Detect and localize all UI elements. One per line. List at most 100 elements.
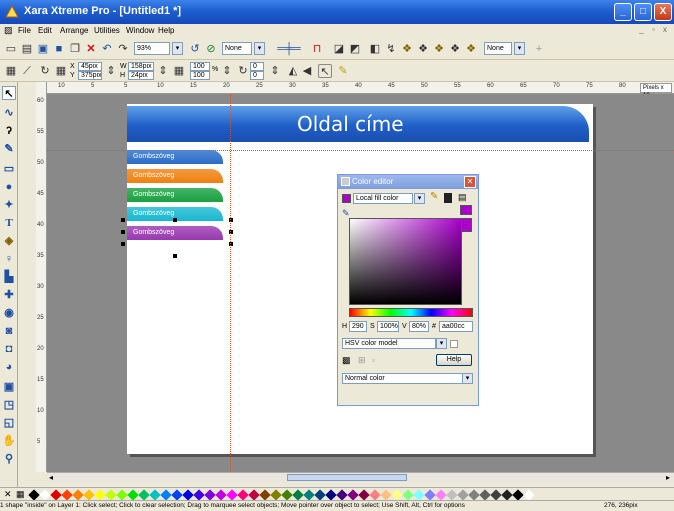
edit-bitmap-icon[interactable]: ◪ xyxy=(332,42,346,56)
shape-editor-tool-icon[interactable]: ʔ xyxy=(2,124,16,138)
pen-tool-icon[interactable]: ✎ xyxy=(2,142,16,156)
transparency-field[interactable]: None xyxy=(484,42,512,55)
palette-swatch[interactable] xyxy=(468,489,480,501)
color-model-select[interactable]: HSV color model xyxy=(342,338,436,349)
effect-icon[interactable]: ◧ xyxy=(368,42,382,56)
size-spin-icon[interactable]: ⇕ xyxy=(156,64,170,78)
palette-swatch[interactable] xyxy=(94,489,106,501)
dialog-close-button[interactable]: ✕ xyxy=(464,176,476,188)
new-icon[interactable]: ▭ xyxy=(4,42,18,56)
minimize-button[interactable]: _ xyxy=(614,3,632,21)
menu-file[interactable]: File xyxy=(18,26,31,35)
guideline-horizontal[interactable] xyxy=(47,150,674,151)
palette-swatch[interactable] xyxy=(512,489,524,501)
hue-field[interactable]: 290 xyxy=(349,321,367,332)
link-icon[interactable]: ▫ xyxy=(372,355,375,365)
palette-swatch[interactable] xyxy=(226,489,238,501)
palette-swatch[interactable] xyxy=(182,489,194,501)
shadow-tool-icon[interactable]: ▙ xyxy=(2,270,16,284)
zoom-dropdown-icon[interactable]: ▾ xyxy=(172,42,183,55)
menu-help[interactable]: Help xyxy=(158,26,174,35)
palette-swatch[interactable] xyxy=(127,489,139,501)
transparency-dropdown-icon[interactable]: ▾ xyxy=(514,42,525,55)
delete-icon[interactable]: ✕ xyxy=(84,42,98,56)
import-icon[interactable]: ▣ xyxy=(36,42,50,56)
contour-tool-icon[interactable]: ◉ xyxy=(2,306,16,320)
grid-icon[interactable]: ▦ xyxy=(54,64,68,78)
gradient-fill-icon[interactable]: ⊓ xyxy=(310,42,324,56)
hex-field[interactable]: aa00cc xyxy=(439,321,473,332)
push-tool-icon[interactable]: ✋ xyxy=(2,434,16,448)
maximize-button[interactable]: □ xyxy=(634,3,652,21)
lock-aspect-icon[interactable]: ⇕ xyxy=(220,64,234,78)
ellipse-tool-icon[interactable]: ● xyxy=(2,180,16,194)
zoom-tool-icon[interactable]: ⊘ xyxy=(204,42,218,56)
palette-menu-icon[interactable]: ▦ xyxy=(16,489,25,500)
palette-swatch[interactable] xyxy=(292,489,304,501)
page-header-banner[interactable]: Oldal címe xyxy=(127,106,589,142)
help-button[interactable]: Help xyxy=(436,354,472,366)
palette-swatch[interactable] xyxy=(215,489,227,501)
undo-icon[interactable]: ↶ xyxy=(100,42,114,56)
palette-swatch[interactable] xyxy=(369,489,381,501)
palette-swatch[interactable] xyxy=(402,489,414,501)
palette-swatch[interactable] xyxy=(314,489,326,501)
rotate-field[interactable]: 0 xyxy=(250,62,264,71)
palette-swatch[interactable] xyxy=(116,489,128,501)
palette-swatch[interactable] xyxy=(347,489,359,501)
rectangle-tool-icon[interactable]: ▭ xyxy=(2,162,16,176)
palette-swatch[interactable] xyxy=(61,489,73,501)
palette-swatch[interactable] xyxy=(413,489,425,501)
palette-swatch[interactable] xyxy=(391,489,403,501)
palette-swatch[interactable] xyxy=(457,489,469,501)
x-field[interactable]: 45pix xyxy=(78,62,102,71)
palette-swatch[interactable] xyxy=(336,489,348,501)
feather-dropdown-icon[interactable]: ▾ xyxy=(254,42,265,55)
nav-button[interactable]: Gombszöveg xyxy=(127,169,223,183)
palette-swatch[interactable] xyxy=(149,489,161,501)
fill-mode-select[interactable]: Local fill color xyxy=(353,193,413,204)
palette-swatch[interactable] xyxy=(105,489,117,501)
photo-tool-icon[interactable]: ◳ xyxy=(2,398,16,412)
selection-handle[interactable] xyxy=(121,242,125,246)
save-icon[interactable]: ■ xyxy=(52,42,66,56)
live-effect-tool-icon[interactable]: ▣ xyxy=(2,380,16,394)
palette-swatch[interactable] xyxy=(501,489,513,501)
make-style-icon[interactable]: ⊞ xyxy=(358,355,366,366)
palette-swatch[interactable] xyxy=(193,489,205,501)
blend-icon[interactable]: ❖ xyxy=(448,42,462,56)
saturation-value-picker[interactable] xyxy=(349,218,462,305)
menu-arrange[interactable]: Arrange xyxy=(60,26,88,35)
blend-tool-icon[interactable]: ✚ xyxy=(2,288,16,302)
palette-swatch[interactable] xyxy=(248,489,260,501)
zoom-field[interactable]: 93% xyxy=(134,42,170,55)
palette-swatch[interactable] xyxy=(83,489,95,501)
horizontal-scrollbar[interactable]: ◂ ▸ xyxy=(47,472,674,482)
palette-swatch[interactable] xyxy=(28,489,40,501)
flip-horizontal-icon[interactable]: ◭ xyxy=(286,64,300,78)
palette-swatch[interactable] xyxy=(446,489,458,501)
quickshape-tool-icon[interactable]: ✦ xyxy=(2,198,16,212)
mould-icon[interactable]: ❖ xyxy=(464,42,478,56)
rotate-field-icon[interactable]: ↻ xyxy=(236,64,250,78)
palette-swatch[interactable] xyxy=(490,489,502,501)
contour-icon[interactable]: ❖ xyxy=(416,42,430,56)
palette-swatch[interactable] xyxy=(281,489,293,501)
palette-swatch[interactable] xyxy=(479,489,491,501)
nav-button[interactable]: Gombszöveg xyxy=(127,188,223,202)
palette-swatch[interactable] xyxy=(523,489,535,501)
menu-window[interactable]: Window xyxy=(126,26,154,35)
nav-button[interactable]: Gombszöveg xyxy=(127,150,223,164)
bevel-tool-icon[interactable]: ◙ xyxy=(2,324,16,338)
open-icon[interactable]: ▤ xyxy=(20,42,34,56)
drawing-workspace[interactable]: Oldal címe Gombszöveg Gombszöveg Gombszöve… xyxy=(47,94,674,472)
flip-vertical-icon[interactable]: ◀ xyxy=(300,64,314,78)
line-style-icon[interactable]: ═╪═ xyxy=(272,42,306,56)
add-icon[interactable]: + xyxy=(532,42,546,56)
scroll-left-icon[interactable]: ◂ xyxy=(49,473,53,482)
palette-swatch[interactable] xyxy=(39,489,51,501)
flip-icon[interactable]: ⇕ xyxy=(268,64,282,78)
fill-mode-dropdown-icon[interactable]: ▾ xyxy=(414,193,425,204)
nav-button[interactable]: Gombszöveg xyxy=(127,226,223,240)
skew-field[interactable]: 0 xyxy=(250,71,264,80)
